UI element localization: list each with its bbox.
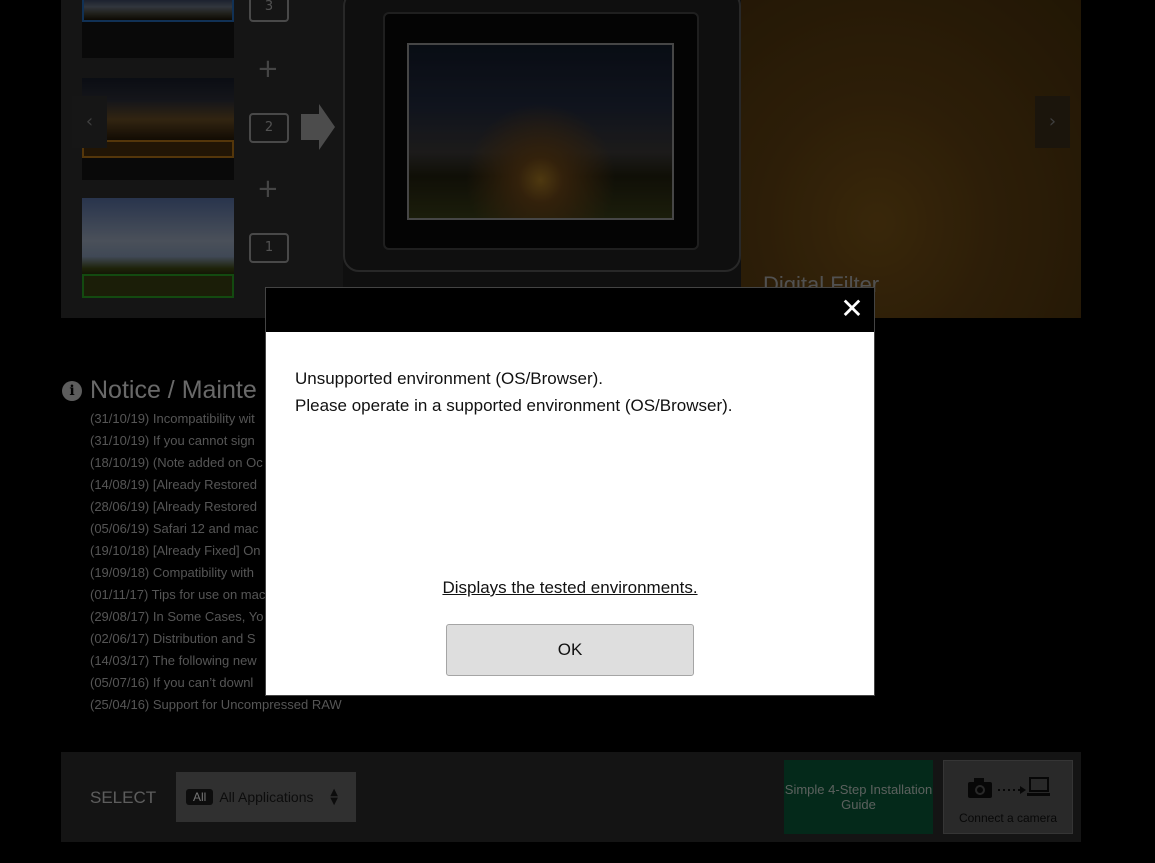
info-icon: i (62, 380, 82, 401)
application-select[interactable]: All All Applications ▲ ▼ (176, 772, 356, 822)
all-tag: All (186, 789, 214, 805)
connect-camera-label: Connect a camera (958, 811, 1058, 825)
hero-overlay (61, 0, 1081, 318)
notice-item[interactable]: (25/04/16) Support for Uncompressed RAW (90, 694, 342, 716)
connect-camera-button[interactable]: Connect a camera (943, 760, 1073, 834)
application-select-value: All Applications (219, 789, 314, 805)
ok-button[interactable]: OK (446, 624, 694, 676)
close-icon[interactable]: ✕ (840, 294, 864, 324)
bottom-bar: SELECT All All Applications ▲ ▼ Simple 4-… (61, 752, 1081, 842)
dialog-message-line-2: Please operate in a supported environmen… (295, 396, 733, 415)
dialog-header: ✕ (266, 288, 874, 332)
camera-to-laptop-icon (944, 775, 1072, 803)
select-label: SELECT (90, 788, 157, 807)
notice-title: Notice / Mainte (90, 376, 257, 404)
dialog-message-line-1: Unsupported environment (OS/Browser). (295, 369, 604, 388)
select-caret-icon: ▲ ▼ (330, 787, 338, 807)
dialog-message: Unsupported environment (OS/Browser). Pl… (266, 332, 874, 419)
notice-header: i Notice / Mainte (62, 376, 257, 405)
unsupported-environment-dialog: ✕ Unsupported environment (OS/Browser). … (265, 287, 875, 696)
tested-environments-link[interactable]: Displays the tested environments. (266, 578, 874, 598)
installation-guide-button[interactable]: Simple 4-Step Installation Guide (784, 760, 933, 834)
hero-slider: 3 + 2 + 1 Digital Filter ‹ › (61, 0, 1081, 318)
